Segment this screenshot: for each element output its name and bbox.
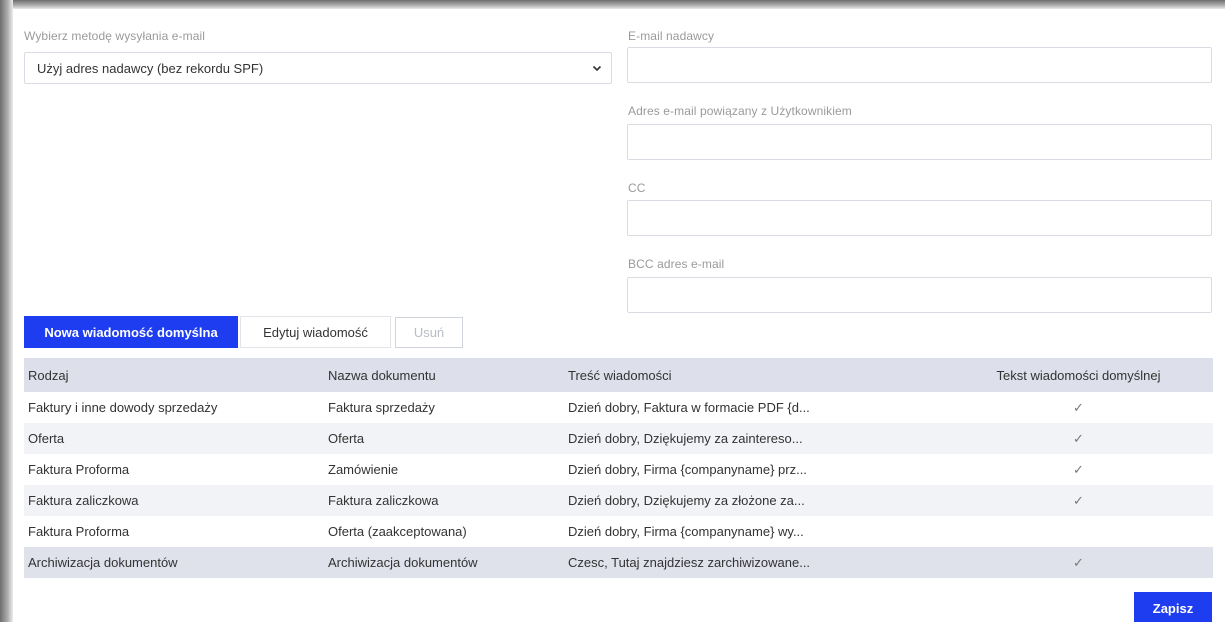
cell-message-content: Dzień dobry, Firma {companyname} prz... [568, 462, 807, 477]
table-row[interactable]: Faktura zaliczkowa Faktura zaliczkowa Dz… [24, 485, 1213, 516]
table-row[interactable]: Faktura Proforma Zamówienie Dzień dobry,… [24, 454, 1213, 485]
save-button[interactable]: Zapisz [1134, 592, 1212, 622]
send-method-select[interactable]: Użyj adres nadawcy (bez rekordu SPF) [24, 52, 612, 84]
cell-document-name: Faktura zaliczkowa [328, 493, 439, 508]
cell-message-content: Czesc, Tutaj znajdziesz zarchiwizowane..… [568, 555, 811, 570]
messages-table: Rodzaj Nazwa dokumentu Treść wiadomości … [24, 358, 1213, 578]
cell-message-content: Dzień dobry, Dziękujemy za złożone za... [568, 493, 805, 508]
user-email-label: Adres e-mail powiązany z Użytkownikiem [628, 104, 852, 118]
column-header-type[interactable]: Rodzaj [24, 358, 324, 392]
send-method-label: Wybierz metodę wysyłania e-mail [24, 29, 206, 43]
cell-message-content: Dzień dobry, Firma {companyname} wy... [568, 524, 804, 539]
chevron-down-icon [592, 65, 602, 72]
table-row[interactable]: Oferta Oferta Dzień dobry, Dziękujemy za… [24, 423, 1213, 454]
cell-type: Archiwizacja dokumentów [28, 555, 178, 570]
user-email-input[interactable] [627, 124, 1212, 160]
cell-document-name: Zamówienie [328, 462, 399, 477]
column-header-message-content[interactable]: Treść wiadomości [564, 358, 944, 392]
cell-type: Faktura Proforma [28, 462, 130, 477]
check-icon: ✓ [1073, 399, 1084, 415]
cell-type: Faktury i inne dowody sprzedaży [28, 400, 218, 415]
cell-document-name: Oferta [328, 431, 365, 446]
table-row[interactable]: Faktura Proforma Oferta (zaakceptowana) … [24, 516, 1213, 547]
check-icon: ✓ [1073, 492, 1084, 508]
edit-message-button[interactable]: Edytuj wiadomość [240, 316, 391, 348]
sender-email-input[interactable] [627, 47, 1212, 83]
table-row[interactable]: Faktury i inne dowody sprzedaży Faktura … [24, 392, 1213, 423]
check-icon: ✓ [1073, 461, 1084, 477]
new-default-message-button[interactable]: Nowa wiadomość domyślna [24, 316, 238, 348]
table-row[interactable]: Archiwizacja dokumentów Archiwizacja dok… [24, 547, 1213, 578]
check-icon: ✓ [1073, 554, 1084, 570]
column-header-default-text[interactable]: Tekst wiadomości domyślnej [944, 358, 1213, 392]
cc-label: CC [628, 181, 646, 195]
check-icon: ✓ [1073, 430, 1084, 446]
cell-type: Oferta [28, 431, 65, 446]
bcc-input[interactable] [627, 277, 1212, 313]
sender-email-label: E-mail nadawcy [628, 29, 715, 43]
cell-document-name: Archiwizacja dokumentów [328, 555, 478, 570]
cc-input[interactable] [627, 200, 1212, 236]
column-header-document-name[interactable]: Nazwa dokumentu [324, 358, 564, 392]
table-header-row: Rodzaj Nazwa dokumentu Treść wiadomości … [24, 358, 1213, 392]
cell-type: Faktura zaliczkowa [28, 493, 139, 508]
cell-document-name: Oferta (zaakceptowana) [328, 524, 467, 539]
window-frame-top [0, 0, 1225, 9]
bcc-label: BCC adres e-mail [628, 257, 725, 271]
delete-button[interactable]: Usuń [395, 317, 463, 348]
cell-message-content: Dzień dobry, Dziękujemy za zaintereso... [568, 431, 803, 446]
cell-type: Faktura Proforma [28, 524, 130, 539]
check-icon [944, 516, 1213, 547]
send-method-value: Użyj adres nadawcy (bez rekordu SPF) [37, 60, 264, 76]
cell-message-content: Dzień dobry, Faktura w formacie PDF {d..… [568, 400, 810, 415]
window-frame-left [0, 0, 13, 622]
cell-document-name: Faktura sprzedaży [328, 400, 435, 415]
